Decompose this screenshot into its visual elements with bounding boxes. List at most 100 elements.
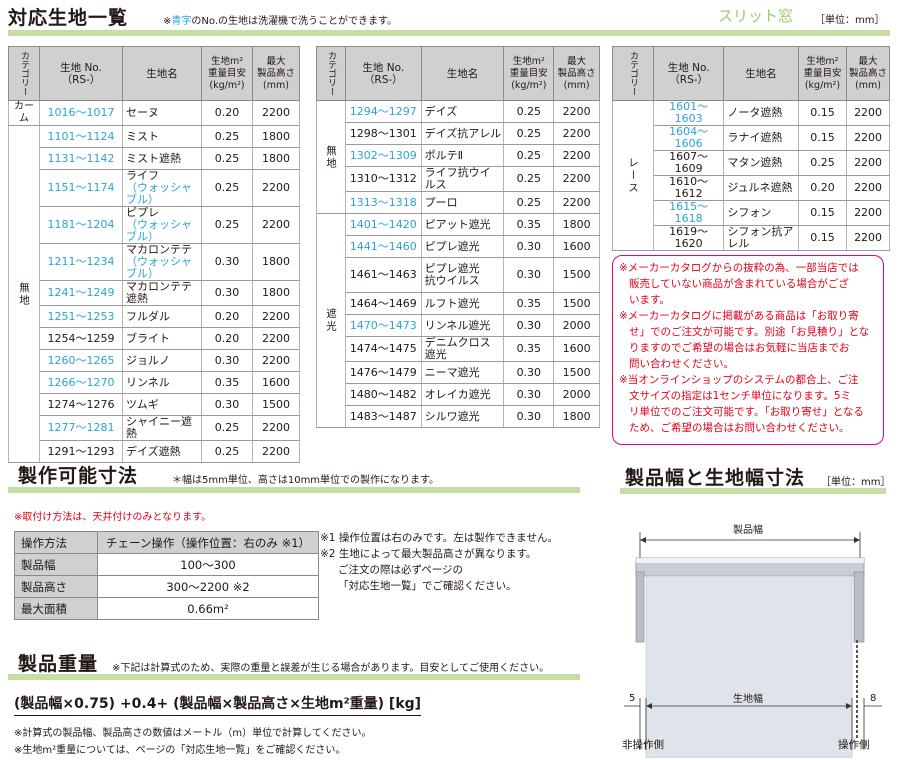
fabric-no: 1464～1469 (345, 292, 422, 315)
fabric-weight: 0.25 (797, 150, 848, 176)
table-row: 1441～1460 ピプレ遮光 0.30 1600 (317, 235, 600, 258)
fabric-weight: 0.30 (201, 349, 253, 372)
fabric-max-height: 1600 (553, 336, 600, 362)
category-lace-label: レース (627, 156, 639, 195)
washable-note: ※青字のNo.の生地は洗濯機で洗うことができます。 (163, 12, 397, 27)
fabric-no: 1131～1142 (39, 147, 123, 170)
diagram-title: 製品幅と生地幅寸法 (625, 467, 806, 489)
fabric-no: 1211～1234 (39, 243, 123, 281)
table-row: 1277～1281 シャイニー遮熱 0.25 2200 (9, 415, 300, 441)
fabric-name: ポルテⅡ (420, 144, 505, 167)
size-section-title: 製作可能寸法 (18, 465, 139, 487)
fabric-max-height: 2200 (846, 100, 890, 126)
fabric-table-3: カテゴリー 生地 No. （RS-） 生地名 生地m² 重量目安 (kg/m²) 最大… (612, 46, 890, 251)
table-row: 1266～1270 リンネル 0.35 1600 (9, 371, 300, 394)
category-muji: 無地 (316, 100, 346, 214)
category-muji-label: 無地 (18, 281, 30, 307)
weight-section-title: 製品重量 (18, 653, 99, 675)
fabric-name: マカロンテテ遮熱 (122, 280, 202, 306)
fabric-name: オレイカ遮光 (420, 383, 505, 406)
fabric-no: 1441～1460 (345, 235, 422, 258)
fabric-name: リンネル (122, 371, 202, 394)
fabric-no: 1476～1479 (345, 361, 422, 384)
fabric-name: シフォン (723, 200, 799, 226)
fabric-name: ルフト遮光 (420, 292, 505, 315)
fabric-max-height: 2200 (846, 150, 890, 176)
fabric-name: ノータ遮熱 (723, 100, 799, 126)
fabric-name-text: ニーマ遮光 (424, 365, 480, 379)
label-right-side: 操作側 (838, 739, 870, 751)
fabric-max-height: 1800 (252, 147, 300, 170)
diagram-unit: ［単位：mm］ (821, 477, 891, 488)
notice-box: ※メーカーカタログからの抜粋の為、一部当店では 販売していない商品が含まれている… (612, 255, 884, 445)
fabric-name: デイズ (420, 100, 505, 123)
fabric-max-height: 2200 (553, 144, 600, 167)
fabric-name-text: フルダル (126, 309, 170, 323)
unit-label: ［単位：mm］ (815, 15, 885, 26)
fabric-weight: 0.30 (503, 235, 555, 258)
fabric-weight: 0.20 (201, 327, 253, 350)
fabric-weight: 0.30 (201, 243, 253, 281)
fabric-weight: 0.25 (503, 144, 555, 167)
blind-diagram (624, 532, 882, 758)
fabric-no: 1266～1270 (39, 371, 123, 394)
category-shako-label: 遮光 (325, 308, 337, 333)
fabric-max-height: 2200 (553, 122, 600, 145)
fabric-no: 1310～1312 (345, 166, 422, 192)
fabric-weight: 0.30 (503, 314, 555, 337)
table-row: 1241～1249 マカロンテテ遮熱 0.30 1800 (9, 280, 300, 306)
page-title: 対応生地一覧 (8, 7, 129, 29)
table-row: 遮光 1401～1420 ピアット遮光 0.35 1800 (316, 213, 600, 428)
fabric-weight: 0.30 (503, 405, 555, 428)
fabric-weight: 0.35 (503, 292, 555, 315)
label-product-width: 製品幅 (733, 525, 763, 536)
fabric-weight: 0.25 (201, 147, 253, 170)
fabric-name: ブライト (122, 327, 202, 350)
col-no: 生地 No. （RS-） (39, 46, 123, 101)
fabric-name: ピプレ遮光 (420, 235, 505, 258)
col-weight: 生地m² 重量目安 (kg/m²) (503, 46, 555, 101)
note-blue: 青字 (171, 16, 192, 27)
weight-section-note: ※下記は計算式のため、実際の重量と誤差が生じる場合があります。目安としてご使用く… (112, 663, 550, 674)
table-row: レース 1601～1603 ノータ遮熱 0.15 2200 (612, 100, 890, 251)
size-section-note: ＊幅は5mm単位、高さは10mm単位での製作になります。 (172, 475, 440, 486)
fabric-table-2: カテゴリー 生地 No. （RS-） 生地名 生地m² 重量目安 (kg/m²) 最大… (316, 46, 600, 428)
fabric-max-height: 2200 (252, 100, 300, 126)
spec-row: 製品高さ 300～2200 ※2 (14, 575, 319, 598)
table-row: 無地 1294～1297 デイズ 0.25 2200 (316, 100, 600, 214)
fabric-no: 1601～1603 (652, 100, 725, 126)
size-notes: ※1 操作位置は右のみです。左は製作できません。 ※2 生地によって最大製品高さ… (320, 530, 558, 594)
fabric-name-text: ジョルノ (126, 353, 170, 367)
fabric-name-text: シフォン抗アレル (727, 225, 794, 250)
fabric-name-text: シャイニー遮熱 (126, 415, 192, 440)
category-muji: 無地 (8, 125, 40, 463)
notice-line: 文サイズの指定は1センチ単位になります。5ミ (629, 390, 851, 402)
fabric-no: 1251～1253 (39, 305, 123, 328)
fabric-max-height: 2200 (252, 440, 300, 463)
fabric-name: マカロンテテ （ウォッシャブル） (122, 243, 202, 281)
fabric-max-height: 2200 (252, 415, 300, 441)
fabric-max-height: 1600 (553, 235, 600, 258)
fabric-name-text: リンネル遮光 (424, 318, 491, 332)
fabric-no: 1298～1301 (345, 122, 422, 145)
fabric-no: 1294～1297 (345, 100, 422, 123)
table-row: 1476～1479 ニーマ遮光 0.30 1500 (317, 361, 600, 384)
spec-row: 操作方法 チェーン操作（操作位置：右のみ ※1） (14, 531, 319, 554)
fabric-no: 1461～1463 (345, 257, 422, 293)
fabric-weight: 0.25 (503, 166, 555, 192)
col-name: 生地名 (122, 46, 202, 101)
weight-foot-1: ※計算式の製品幅、製品高さの数値はメートル（m）単位で計算してください。 (14, 728, 372, 739)
table-row: 1461～1463 ピプレ遮光 抗ウイルス 0.30 1500 (317, 257, 600, 293)
fabric-no: 1313～1318 (345, 191, 422, 214)
col-category: カテゴリー (612, 46, 654, 101)
fabric-weight: 0.25 (201, 206, 253, 244)
fabric-max-height: 2200 (846, 125, 890, 151)
col-height: 最大 製品高さ (mm) (252, 46, 300, 101)
fabric-name-text: ジュルネ遮熱 (727, 181, 793, 194)
fabric-weight: 0.30 (201, 393, 253, 416)
col-height: 最大 製品高さ (mm) (553, 46, 600, 101)
weight-foot-2: ※生地m²重量については、ページの「対応生地一覧」をご確認ください。 (14, 745, 346, 756)
table-row: 1211～1234 マカロンテテ （ウォッシャブル） 0.30 1800 (9, 243, 300, 281)
fabric-no: 1610～1612 (652, 175, 725, 201)
fabric-name: ジョルノ (122, 349, 202, 372)
